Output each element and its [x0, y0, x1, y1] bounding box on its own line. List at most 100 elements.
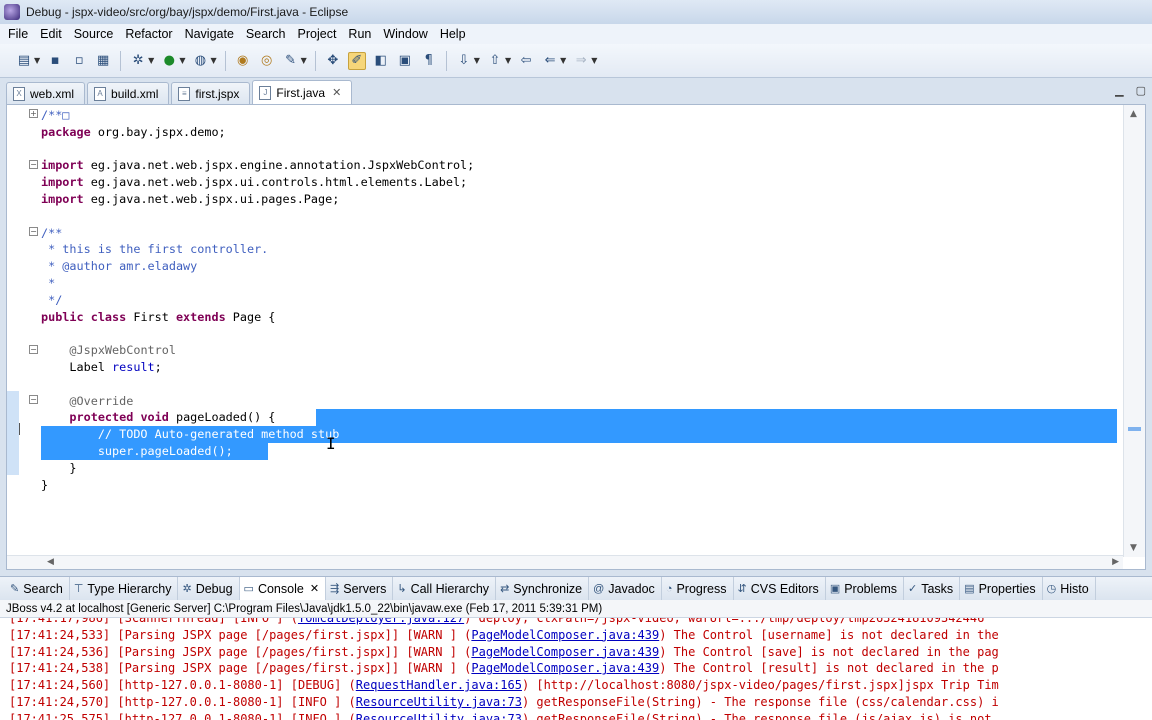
- tab-synchronize[interactable]: ⇄ Synchronize: [496, 577, 590, 600]
- tab-first-java[interactable]: J First.java ✕: [252, 80, 353, 104]
- chevron-down-icon[interactable]: ▼: [505, 56, 511, 65]
- progress-icon: ◔: [665, 582, 673, 595]
- tab-progress[interactable]: ◔ Progress: [662, 577, 734, 600]
- code-line: public class First extends Page {: [41, 309, 276, 324]
- editor-tab-bar: X web.xml A build.xml ≡ first.jspx J Fir…: [0, 80, 1152, 104]
- menu-source[interactable]: Source: [68, 27, 120, 41]
- tab-search[interactable]: ✎ Search: [6, 577, 70, 600]
- tab-problems[interactable]: ▣ Problems: [826, 577, 905, 600]
- save-icon[interactable]: ▪: [46, 52, 64, 70]
- source-link[interactable]: TomcatDeployer.java:127: [298, 618, 464, 625]
- forward-icon[interactable]: ⇒: [572, 52, 590, 70]
- chevron-down-icon[interactable]: ▼: [301, 56, 307, 65]
- eclipse-window: Debug - jspx-video/src/org/bay/jspx/demo…: [0, 0, 1152, 720]
- tab-call-hierarchy[interactable]: ↳ Call Hierarchy: [393, 577, 497, 600]
- horizontal-scrollbar[interactable]: ◀ ▶: [7, 555, 1123, 569]
- scroll-left-icon[interactable]: ◀: [47, 557, 54, 567]
- fold-collapse-icon[interactable]: −: [29, 395, 38, 404]
- close-icon[interactable]: ✕: [332, 86, 341, 99]
- external-tools-icon[interactable]: ◍: [191, 52, 209, 70]
- tab-servers[interactable]: ⇶ Servers: [326, 577, 394, 600]
- source-link[interactable]: RequestHandler.java:165: [356, 678, 522, 692]
- tab-javadoc[interactable]: @ Javadoc: [589, 577, 662, 600]
- tab-tasks[interactable]: ✓ Tasks: [904, 577, 961, 600]
- console-output[interactable]: [17:41:17,986] [ScannerThread] [INFO ] (…: [0, 618, 1152, 720]
- vertical-scrollbar[interactable]: ▲ ▼: [1123, 105, 1145, 557]
- java-file-icon: J: [259, 85, 272, 100]
- toggle-mark-occurrences-icon[interactable]: ✥: [324, 52, 342, 70]
- show-whitespace-icon[interactable]: ◧: [372, 52, 390, 70]
- source-link[interactable]: ResourceUtility.java:73: [356, 712, 522, 720]
- tab-build-xml[interactable]: A build.xml: [87, 82, 170, 104]
- menu-refactor[interactable]: Refactor: [119, 27, 178, 41]
- last-edit-icon[interactable]: ⇦: [517, 52, 535, 70]
- tab-cvs-editors[interactable]: ⇵ CVS Editors: [734, 577, 826, 600]
- chevron-down-icon[interactable]: ▼: [210, 56, 216, 65]
- code-line: import eg.java.net.web.jspx.ui.pages.Pag…: [41, 191, 340, 206]
- tab-console[interactable]: ▭ Console ✕: [239, 577, 327, 600]
- menu-run[interactable]: Run: [342, 27, 377, 41]
- scroll-down-icon[interactable]: ▼: [1130, 543, 1137, 553]
- open-type-icon[interactable]: ◉: [234, 52, 252, 70]
- menu-navigate[interactable]: Navigate: [179, 27, 240, 41]
- java-editor[interactable]: + − − − − ▲ ✓ /**□ package org.bay.jspx.…: [6, 104, 1146, 570]
- show-source-icon[interactable]: ▣: [396, 52, 414, 70]
- close-icon[interactable]: ✕: [310, 582, 319, 595]
- paragraph-icon[interactable]: ¶: [420, 52, 438, 70]
- fold-collapse-icon[interactable]: −: [29, 160, 38, 169]
- print-icon[interactable]: ▦: [94, 52, 112, 70]
- tab-debug[interactable]: ✲ Debug: [178, 577, 240, 600]
- tab-history[interactable]: ◷ Histo: [1043, 577, 1096, 600]
- chevron-down-icon[interactable]: ▼: [560, 56, 566, 65]
- search-icon[interactable]: ✎: [282, 52, 300, 70]
- menu-edit[interactable]: Edit: [34, 27, 68, 41]
- console-icon: ▭: [243, 583, 254, 595]
- source-link[interactable]: PageModelComposer.java:439: [471, 645, 659, 659]
- back-icon[interactable]: ⇐: [541, 52, 559, 70]
- source-link[interactable]: PageModelComposer.java:439: [471, 628, 659, 642]
- tab-type-hierarchy[interactable]: ⊤ Type Hierarchy: [70, 577, 179, 600]
- code-area[interactable]: /**□ package org.bay.jspx.demo; import e…: [41, 105, 1117, 557]
- menu-search[interactable]: Search: [240, 27, 292, 41]
- source-link[interactable]: ResourceUtility.java:73: [356, 695, 522, 709]
- minimize-icon[interactable]: ▁: [1115, 84, 1123, 97]
- scroll-up-icon[interactable]: ▲: [1130, 109, 1137, 119]
- debug-icon: ✲: [182, 583, 192, 595]
- tab-first-jspx[interactable]: ≡ first.jspx: [171, 82, 251, 104]
- tab-web-xml[interactable]: X web.xml: [6, 82, 86, 104]
- history-icon: ◷: [1046, 583, 1057, 595]
- toggle-block-selection-icon[interactable]: ✐: [347, 51, 366, 70]
- console-line: [17:41:25,575] [http-127.0.0.1-8080-1] […: [9, 711, 1152, 720]
- menu-window[interactable]: Window: [377, 27, 433, 41]
- source-link[interactable]: PageModelComposer.java:439: [471, 661, 659, 675]
- console-line: [17:41:24,560] [http-127.0.0.1-8080-1] […: [9, 678, 999, 693]
- menu-file[interactable]: File: [2, 27, 34, 41]
- open-task-icon[interactable]: ◎: [258, 52, 276, 70]
- console-line: [17:41:24,570] [http-127.0.0.1-8080-1] […: [9, 694, 999, 709]
- chevron-down-icon[interactable]: ▼: [34, 56, 40, 65]
- maximize-icon[interactable]: ▢: [1136, 84, 1146, 97]
- new-icon[interactable]: ▤: [15, 52, 33, 70]
- save-all-icon[interactable]: ▫: [70, 52, 88, 70]
- fold-collapse-icon[interactable]: −: [29, 227, 38, 236]
- debug-icon[interactable]: ✲: [129, 52, 147, 70]
- previous-annotation-icon[interactable]: ⇧: [486, 52, 504, 70]
- menu-project[interactable]: Project: [292, 27, 343, 41]
- code-line: @JspxWebControl: [69, 343, 176, 358]
- scroll-right-icon[interactable]: ▶: [1112, 557, 1119, 567]
- xml-file-icon: X: [13, 86, 25, 101]
- chevron-down-icon[interactable]: ▼: [179, 56, 185, 65]
- chevron-down-icon[interactable]: ▼: [591, 56, 597, 65]
- menu-help[interactable]: Help: [434, 27, 472, 41]
- fold-expand-icon[interactable]: +: [29, 109, 38, 118]
- run-icon[interactable]: ●: [160, 52, 178, 70]
- tab-label: web.xml: [30, 86, 75, 101]
- next-annotation-icon[interactable]: ⇩: [455, 52, 473, 70]
- code-line: @Override: [69, 393, 134, 408]
- chevron-down-icon[interactable]: ▼: [474, 56, 480, 65]
- tab-properties[interactable]: ▤ Properties: [960, 577, 1043, 600]
- fold-collapse-icon[interactable]: −: [29, 345, 38, 354]
- chevron-down-icon[interactable]: ▼: [148, 56, 154, 65]
